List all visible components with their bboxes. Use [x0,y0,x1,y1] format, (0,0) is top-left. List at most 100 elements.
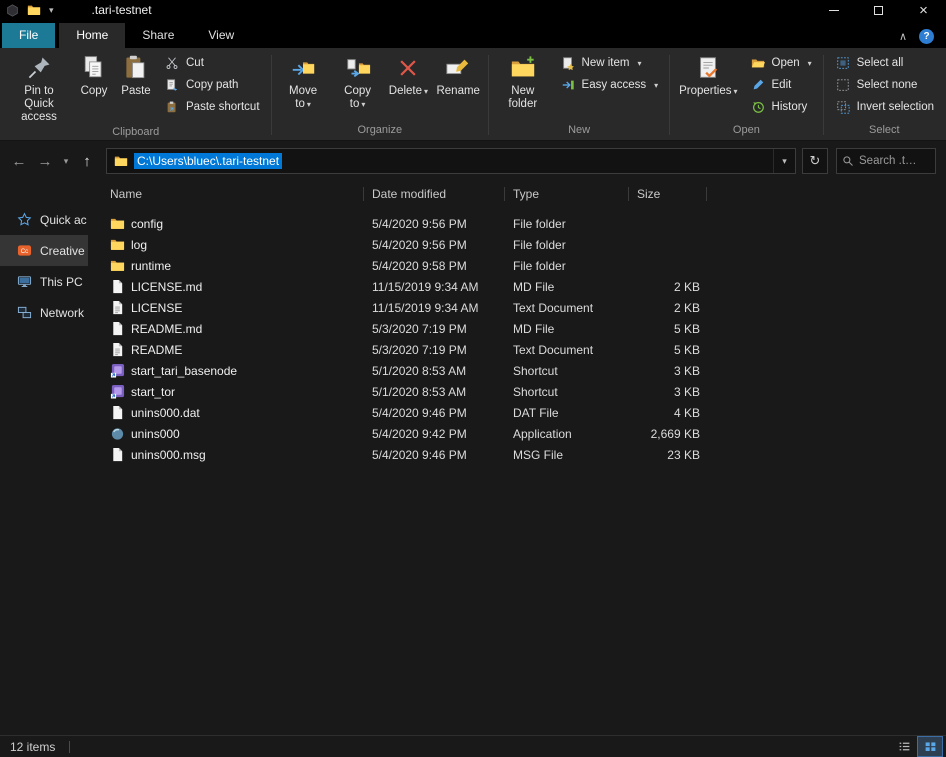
cut-button[interactable]: Cut [157,52,267,74]
address-bar[interactable]: C:\Users\bluec\.tari-testnet ▾ [106,148,796,174]
file-type: Shortcut [505,385,629,399]
move-to-button[interactable]: Move to▾ [275,50,330,112]
shortcut-icon [110,363,125,378]
explorer-window: ▾ .tari-testnet × File Home Share View ∧… [0,0,946,757]
address-caret-icon: ▾ [782,156,787,167]
file-name: log [131,238,147,252]
tab-view[interactable]: View [191,23,251,48]
file-size: 3 KB [629,385,707,399]
column-header-name[interactable]: Name [110,182,364,206]
file-size: 5 KB [629,343,707,357]
column-header-type[interactable]: Type [505,182,629,206]
folder-icon [110,216,125,231]
rename-button[interactable]: Rename [432,50,484,99]
close-icon: × [919,3,928,18]
delete-button[interactable]: Delete▾ [385,50,433,99]
file-row[interactable]: README5/3/2020 7:19 PMText Document5 KB [88,339,946,360]
copy-path-icon [164,77,180,93]
search-box[interactable] [836,148,936,174]
column-header-size[interactable]: Size [629,182,707,206]
minimize-button[interactable] [811,0,856,20]
file-type: Application [505,427,629,441]
dropdown-caret-icon: ▾ [734,87,738,96]
invert-selection-button[interactable]: Invert selection [828,96,941,118]
file-row[interactable]: LICENSE.md11/15/2019 9:34 AMMD File2 KB [88,276,946,297]
paste-button[interactable]: Paste [115,50,157,99]
folder-icon [110,258,125,273]
file-type: File folder [505,238,629,252]
file-row[interactable]: unins000.msg5/4/2020 9:46 PMMSG File23 K… [88,444,946,465]
file-row[interactable]: runtime5/4/2020 9:58 PMFile folder [88,255,946,276]
file-row[interactable]: unins000.dat5/4/2020 9:46 PMDAT File4 KB [88,402,946,423]
quick-access-toolbar-caret-icon[interactable]: ▾ [49,5,54,16]
file-row[interactable]: unins0005/4/2020 9:42 PMApplication2,669… [88,423,946,444]
sidebar-item-quick-ac[interactable]: Quick ac [0,204,88,235]
paste-shortcut-icon [164,99,180,115]
address-path[interactable]: C:\Users\bluec\.tari-testnet [134,153,282,169]
cut-label: Cut [186,57,204,69]
tab-share[interactable]: Share [125,23,191,48]
page-icon [110,447,125,462]
file-date-modified: 5/4/2020 9:42 PM [364,427,505,441]
ribbon: Pin to Quick access Copy Paste [0,48,946,141]
copy-to-button[interactable]: Copy to▾ [331,50,385,112]
properties-button[interactable]: Properties▾ [674,50,742,99]
maximize-button[interactable] [856,0,901,20]
address-dropdown-button[interactable]: ▾ [773,149,795,173]
search-input[interactable] [859,155,930,167]
sidebar-item-label: Quick ac [40,213,87,227]
ribbon-divider [488,55,489,135]
copy-button[interactable]: Copy [73,50,115,99]
file-size: 23 KB [629,448,707,462]
column-header-date-modified[interactable]: Date modified [364,182,505,206]
close-button[interactable]: × [901,0,946,20]
sidebar-item-creative[interactable]: CcCreative [0,235,88,266]
file-name: unins000.dat [131,406,200,420]
recent-locations-button[interactable]: ▾ [58,149,74,173]
up-button[interactable]: ↑ [74,149,100,173]
sidebar-item-network[interactable]: Network [0,297,88,328]
back-button[interactable]: ← [6,149,32,173]
help-icon[interactable]: ? [919,29,934,44]
tab-home[interactable]: Home [59,23,125,48]
sidebar-item-this-pc[interactable]: This PC [0,266,88,297]
forward-button[interactable]: → [32,149,58,173]
move-to-icon [287,53,319,83]
history-button[interactable]: History [743,96,819,118]
file-date-modified: 11/15/2019 9:34 AM [364,280,505,294]
select-none-button[interactable]: Select none [828,74,941,96]
file-row[interactable]: log5/4/2020 9:56 PMFile folder [88,234,946,255]
items-count: 12 items [10,740,55,754]
tab-file[interactable]: File [2,23,55,48]
edit-label: Edit [772,79,792,91]
file-pane: Name Date modified Type Size config5/4/2… [88,182,946,735]
file-type: DAT File [505,406,629,420]
collapse-ribbon-icon[interactable]: ∧ [899,30,907,43]
paste-shortcut-button[interactable]: Paste shortcut [157,96,267,118]
details-view-button[interactable] [892,737,916,756]
rename-icon [442,53,474,83]
file-row[interactable]: README.md5/3/2020 7:19 PMMD File5 KB [88,318,946,339]
file-row[interactable]: config5/4/2020 9:56 PMFile folder [88,213,946,234]
rename-label: Rename [436,85,479,98]
new-item-button[interactable]: New item ▾ [553,52,666,74]
refresh-button[interactable]: ↻ [802,148,828,174]
pin-to-quick-access-button[interactable]: Pin to Quick access [5,50,73,125]
file-row[interactable]: start_tor5/1/2020 8:53 AMShortcut3 KB [88,381,946,402]
edit-button[interactable]: Edit [743,74,819,96]
file-row[interactable]: start_tari_basenode5/1/2020 8:53 AMShort… [88,360,946,381]
file-date-modified: 5/4/2020 9:56 PM [364,217,505,231]
open-icon [750,55,766,71]
thumbnails-view-button[interactable] [918,737,942,756]
copy-path-button[interactable]: Copy path [157,74,267,96]
file-size: 2 KB [629,301,707,315]
file-row[interactable]: LICENSE11/15/2019 9:34 AMText Document2 … [88,297,946,318]
edit-icon [750,77,766,93]
select-all-button[interactable]: Select all [828,52,941,74]
new-folder-button[interactable]: New folder [493,50,552,112]
delete-label: Delete▾ [389,85,428,98]
easy-access-button[interactable]: Easy access ▾ [553,74,666,96]
file-date-modified: 5/3/2020 7:19 PM [364,343,505,357]
open-button[interactable]: Open ▾ [743,52,819,74]
file-date-modified: 5/3/2020 7:19 PM [364,322,505,336]
